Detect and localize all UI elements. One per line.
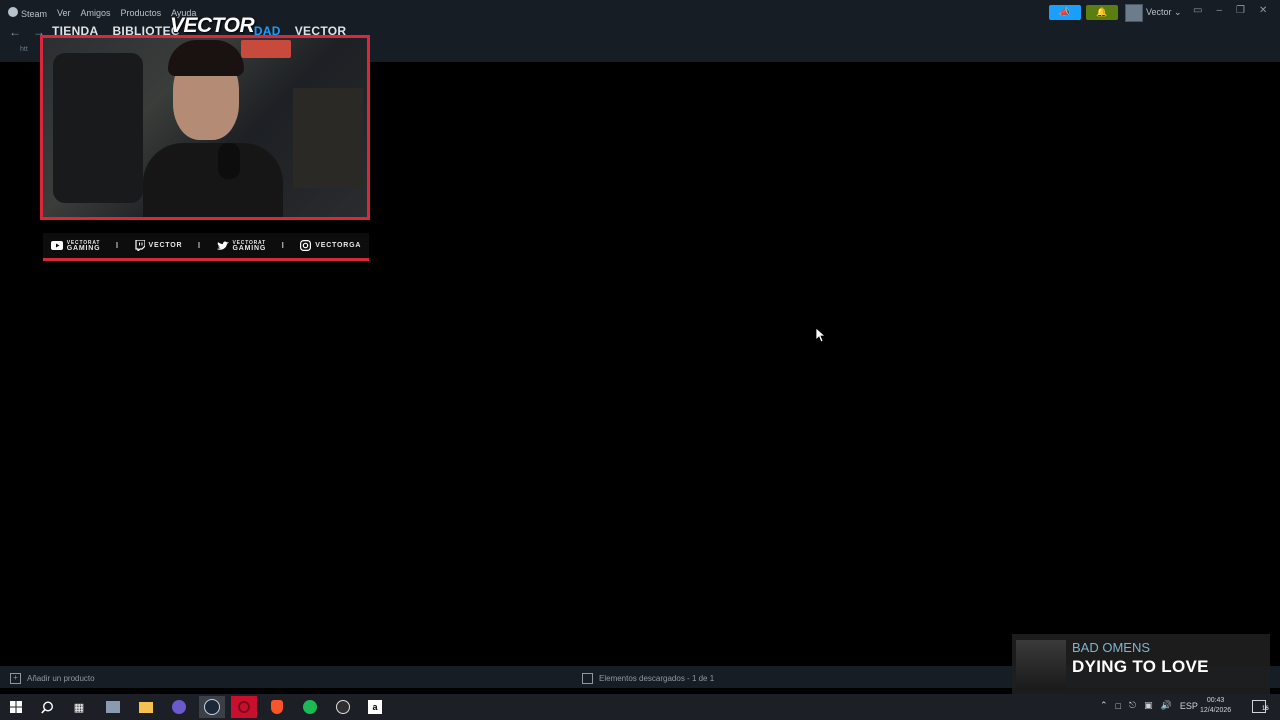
now-playing-overlay: BAD OMENS DYING TO LOVE	[1012, 634, 1270, 694]
downloads-label: Elementos descargados - 1 de 1	[599, 674, 715, 683]
webcam-neon-sign	[241, 40, 291, 58]
steam-taskbar-icon[interactable]	[199, 696, 225, 718]
clock-time: 00:43	[1206, 697, 1225, 704]
notifications-button[interactable]: 🔔	[1086, 5, 1118, 20]
twitch-icon	[134, 240, 145, 251]
clock-date: 12/4/2026	[1200, 707, 1232, 714]
big-picture-icon[interactable]: ▭	[1193, 5, 1202, 16]
tray-app-icon[interactable]: □	[1116, 701, 1121, 711]
notification-count: 16	[1262, 706, 1269, 712]
webcam-chair	[53, 53, 143, 203]
webcam-microphone	[218, 143, 240, 179]
plus-icon: +	[10, 673, 21, 684]
brave-browser-icon[interactable]	[268, 698, 286, 716]
twitter-handle: VECTORAT GAMING	[216, 240, 267, 252]
close-icon[interactable]: ✕	[1259, 5, 1267, 16]
song-title: DYING TO LOVE	[1072, 657, 1209, 676]
task-view-icon[interactable]: ▦	[70, 698, 88, 716]
twitter-handle-bottom: GAMING	[232, 244, 267, 252]
youtube-handle: VECTORAT GAMING	[50, 240, 101, 252]
network-icon[interactable]: ▣	[1144, 700, 1153, 711]
overlay-logo: VECTOR	[170, 14, 255, 37]
windows-taskbar: ▦ a ⌃ □ ⎋ ▣ 🔊 ESP 00:43 12/4/2026 16	[0, 694, 1280, 720]
spotify-icon[interactable]	[301, 698, 319, 716]
app-launcher-icon[interactable]: a	[366, 698, 384, 716]
volume-icon[interactable]: 🔊	[1161, 700, 1172, 711]
social-banner: VECTORAT GAMING I VECTOR I VECTORAT GAMING…	[43, 233, 369, 261]
app-icon[interactable]	[104, 698, 122, 716]
minimize-icon[interactable]: –	[1216, 5, 1222, 16]
album-art	[1016, 640, 1066, 690]
download-icon	[582, 673, 593, 684]
webcam-person-shirt	[143, 143, 283, 217]
browser-icon[interactable]	[170, 698, 188, 716]
language-indicator[interactable]: ESP	[1180, 701, 1198, 711]
youtube-handle-bottom: GAMING	[66, 244, 101, 252]
separator: I	[197, 241, 201, 250]
menu-item-amigos[interactable]: Amigos	[81, 8, 111, 18]
windows-start-icon[interactable]	[7, 698, 25, 716]
clock[interactable]: 00:43 12/4/2026	[1200, 696, 1231, 716]
instagram-icon	[300, 240, 312, 251]
song-artist: BAD OMENS	[1072, 640, 1151, 655]
separator: I	[115, 241, 119, 250]
instagram-handle-label: VECTORGA	[315, 242, 362, 249]
webcam-overlay	[40, 35, 370, 220]
webcam-shelf	[293, 88, 363, 188]
menu-item-productos[interactable]: Productos	[121, 8, 162, 18]
steam-logo-icon	[8, 7, 18, 17]
user-name-label: Vector	[1146, 7, 1172, 17]
twitch-handle: VECTOR	[134, 240, 183, 251]
twitter-icon	[216, 241, 229, 250]
megaphone-icon: 📣	[1059, 7, 1071, 17]
separator: I	[281, 241, 285, 250]
bell-icon: 🔔	[1096, 7, 1108, 17]
back-arrow-icon[interactable]: ←	[9, 25, 21, 39]
file-explorer-icon[interactable]	[137, 698, 155, 716]
window-controls: ▭ – ❐ ✕	[1193, 5, 1267, 16]
obs-icon[interactable]	[334, 698, 352, 716]
steam-menu-bar: Steam Ver Amigos Productos Ayuda	[8, 6, 196, 20]
system-tray: ⌃ □ ⎋ ▣ 🔊 ESP	[1100, 700, 1198, 711]
chevron-up-icon[interactable]: ⌃	[1100, 700, 1108, 711]
avatar[interactable]	[1125, 4, 1143, 22]
user-name-dropdown[interactable]: Vector ⌄	[1146, 7, 1182, 18]
youtube-icon	[50, 241, 63, 250]
chevron-down-icon: ⌄	[1174, 7, 1182, 17]
url-text: htt	[20, 46, 28, 53]
add-product-button[interactable]: + Añadir un producto	[10, 673, 95, 684]
red-app-icon[interactable]	[231, 696, 257, 718]
downloads-button[interactable]: Elementos descargados - 1 de 1	[582, 673, 714, 684]
maximize-icon[interactable]: ❐	[1236, 5, 1245, 16]
announcements-button[interactable]: 📣	[1049, 5, 1081, 20]
instagram-handle: VECTORGA	[300, 240, 361, 251]
menu-item-ver[interactable]: Ver	[57, 8, 71, 18]
mouse-cursor-icon	[816, 328, 826, 343]
menu-item-steam[interactable]: Steam	[8, 7, 47, 19]
microphone-icon[interactable]: ⎋	[1129, 700, 1136, 711]
webcam-person-hair	[168, 40, 244, 76]
search-icon[interactable]	[38, 698, 56, 716]
twitch-handle-label: VECTOR	[148, 242, 183, 249]
add-product-label: Añadir un producto	[27, 674, 95, 683]
